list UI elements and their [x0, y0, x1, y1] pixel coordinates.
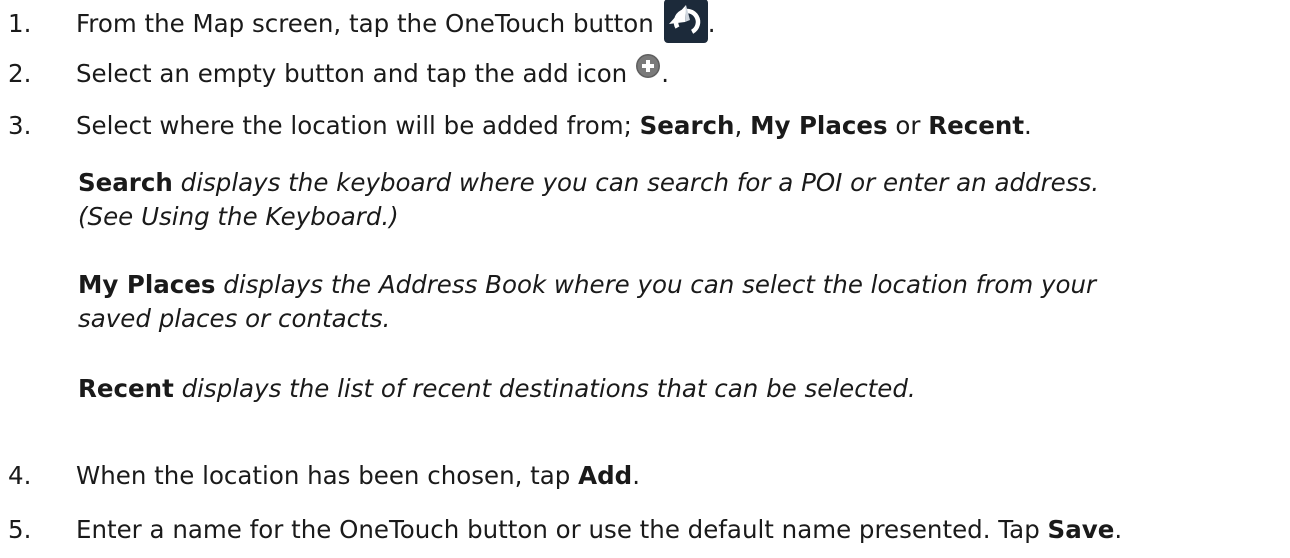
step-text: From the Map screen, tap the OneTouch bu…	[76, 0, 716, 46]
option-term: My Places	[78, 270, 216, 299]
option-description: displays the Address Book where you can …	[223, 270, 1097, 299]
step-text: Select an empty button and tap the add i…	[76, 54, 669, 94]
option-my-places-paragraph: My Places displays the Address Book wher…	[78, 268, 1258, 336]
option-recent-paragraph: Recent displays the list of recent desti…	[78, 372, 1258, 406]
step-text-after: .	[632, 461, 640, 490]
separator: ,	[734, 111, 743, 140]
step-text: When the location has been chosen, tap A…	[76, 456, 640, 496]
reference-suffix: .)	[381, 202, 399, 231]
paragraph-line: Recent displays the list of recent desti…	[78, 372, 1258, 406]
reference-link-text: Using the Keyboard	[141, 202, 382, 231]
step-text-after: .	[1024, 111, 1032, 140]
paragraph-line: saved places or contacts.	[78, 302, 1258, 336]
step-number: 1.	[8, 9, 32, 38]
step-text-before: Select an empty button and tap the add i…	[76, 59, 628, 88]
option-description: displays the keyboard where you can sear…	[180, 168, 1100, 197]
paragraph-line: Search displays the keyboard where you c…	[78, 166, 1258, 200]
step-text-after: .	[1114, 515, 1123, 544]
option-term: Search	[78, 168, 173, 197]
step-number: 4.	[8, 461, 32, 490]
option-search-term: Search	[639, 111, 735, 140]
option-description-continued: saved places or contacts.	[78, 304, 391, 333]
step-text-after: .	[661, 59, 670, 88]
step-text-before: Enter a name for the OneTouch button or …	[76, 515, 1040, 544]
step-text-after: .	[707, 9, 716, 38]
step-text: Select where the location will be added …	[76, 106, 1032, 146]
paragraph-line: (See Using the Keyboard.)	[78, 200, 1258, 234]
option-recent-term: Recent	[928, 111, 1025, 140]
option-term: Recent	[78, 374, 174, 403]
step-number: 2.	[8, 59, 32, 88]
step-number: 5.	[8, 515, 32, 544]
add-label: Add	[578, 461, 633, 490]
option-search-paragraph: Search displays the keyboard where you c…	[78, 166, 1258, 234]
step-text-before: When the location has been chosen, tap	[76, 461, 571, 490]
add-icon	[635, 53, 661, 79]
reference-prefix: (See	[78, 202, 134, 231]
separator-or: or	[895, 111, 921, 140]
save-label: Save	[1047, 515, 1115, 544]
paragraph-line: My Places displays the Address Book wher…	[78, 268, 1258, 302]
step-text: Enter a name for the OneTouch button or …	[76, 510, 1122, 550]
onetouch-icon	[663, 0, 708, 43]
instructions-document: 1. From the Map screen, tap the OneTouch…	[0, 0, 1290, 558]
step-number: 3.	[8, 111, 32, 140]
option-my-places-term: My Places	[750, 111, 888, 140]
option-description: displays the list of recent destinations…	[181, 374, 916, 403]
step-text-before: From the Map screen, tap the OneTouch bu…	[76, 9, 654, 38]
step-text-before: Select where the location will be added …	[76, 111, 632, 140]
